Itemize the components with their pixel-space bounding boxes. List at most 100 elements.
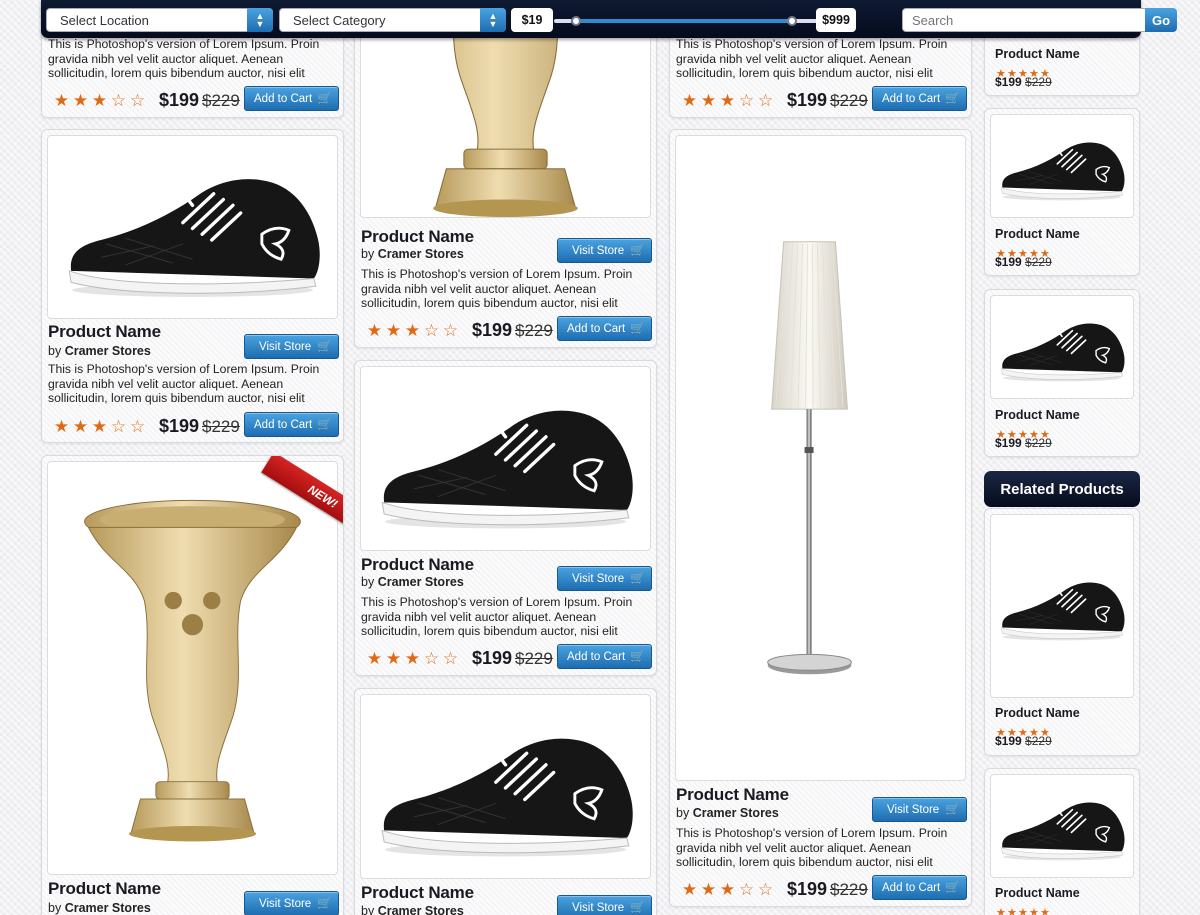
location-select[interactable]: Select Location ▲ ▼ [46,8,273,32]
old-price: $229 [1025,255,1052,269]
add-to-cart-button[interactable]: Add to Cart 🛒 [872,875,967,900]
cart-icon: 🛒 [630,321,645,335]
price-range-slider[interactable] [554,16,854,26]
product-image-shoe[interactable] [990,774,1134,878]
product-image-shoe[interactable] [990,295,1134,399]
add-to-cart-label: Add to Cart [882,92,941,105]
visit-store-label: Visit Store [572,901,625,914]
star-filled-icon: ★ [404,649,421,669]
product-description: This is Photoshop's version of Lorem Ips… [676,37,948,80]
product-name[interactable]: Product Name [995,227,1080,241]
product-name[interactable]: Product Name [48,322,161,342]
search-go-button[interactable]: Go [1145,8,1177,32]
star-filled-icon: ★ [681,91,698,111]
product-image-lamp[interactable] [675,135,966,781]
category-select[interactable]: Select Category ▲ ▼ [279,8,506,32]
price: $199 [472,648,513,668]
price: $199 [159,416,200,436]
product-image-shoe[interactable] [360,366,651,551]
by-label: by [48,901,62,915]
product-card: Product Name by Cramer Stores Visit Stor… [354,360,657,676]
old-price: $229 [830,91,868,110]
product-name[interactable]: Product Name [48,879,161,899]
store-name[interactable]: Cramer Stores [693,806,779,820]
visit-store-button[interactable]: Visit Store 🛒 [244,891,339,915]
price-min-handle[interactable] [570,16,581,26]
search-input[interactable] [902,8,1146,32]
product-card: Product Name by Cramer Stores Visit Stor… [354,688,657,915]
product-name[interactable]: Product Name [361,883,474,903]
old-price: $229 [1025,734,1052,748]
star-filled-icon: ★ [72,417,89,437]
price: $199 [787,90,828,110]
star-empty-icon: ☆ [738,91,755,111]
star-filled-icon: ★ [385,321,402,341]
store-name[interactable]: Cramer Stores [65,344,151,358]
visit-store-button[interactable]: Visit Store 🛒 [557,238,652,263]
product-description: This is Photoshop's version of Lorem Ips… [361,595,633,638]
product-image-shoe[interactable] [360,694,651,879]
store-name[interactable]: Cramer Stores [65,901,151,915]
visit-store-label: Visit Store [259,340,312,353]
visit-store-label: Visit Store [572,244,625,257]
product-card: NEW! Product Name by Cramer Stores Visit… [41,455,344,915]
old-price: $229 [1025,436,1052,450]
star-filled-icon: ★ [700,880,717,900]
star-filled-icon: ★ [91,91,108,111]
visit-store-label: Visit Store [572,572,625,585]
visit-store-button[interactable]: Visit Store 🛒 [557,566,652,591]
star-empty-icon: ☆ [442,649,459,669]
star-filled-icon: ★ [681,880,698,900]
select-arrows-icon: ▲ ▼ [480,8,506,32]
old-price: $229 [202,91,240,110]
visit-store-button[interactable]: Visit Store 🛒 [872,797,967,822]
visit-store-button[interactable]: Visit Store 🛒 [557,895,652,915]
add-to-cart-button[interactable]: Add to Cart 🛒 [872,86,967,111]
product-image-shoe[interactable] [990,514,1134,698]
product-name[interactable]: Product Name [995,47,1080,61]
rating-stars: ★ ★ ★ ☆ ☆ [365,649,460,669]
price: $199 [787,879,828,899]
product-image-shoe[interactable] [990,114,1134,218]
add-to-cart-label: Add to Cart [567,322,626,335]
product-name[interactable]: Product Name [995,706,1080,720]
store-name[interactable]: Cramer Stores [378,904,464,915]
cart-icon: 🛒 [945,91,960,105]
add-to-cart-button[interactable]: Add to Cart 🛒 [557,644,652,669]
cart-icon: 🛒 [945,880,960,894]
add-to-cart-button[interactable]: Add to Cart 🛒 [244,412,339,437]
rating-stars: ★ ★ ★ ☆ ☆ [680,880,775,900]
add-to-cart-label: Add to Cart [254,418,313,431]
cart-icon: 🛒 [630,571,645,585]
store-name[interactable]: Cramer Stores [378,247,464,261]
sidebar-product-card: Product Name ★★★★★ $199 $229 [984,508,1140,756]
product-name[interactable]: Product Name [676,785,789,805]
product-image-shoe[interactable] [47,135,338,319]
star-filled-icon: ★ [700,91,717,111]
visit-store-button[interactable]: Visit Store 🛒 [244,334,339,359]
star-empty-icon: ☆ [757,880,774,900]
star-empty-icon: ★ [1040,906,1050,915]
related-products-heading: Related Products [984,471,1140,507]
product-image-urn[interactable] [47,461,338,875]
price: $199 [159,90,200,110]
sidebar-product-card: Product Name ★★★★★ $199 $229 [984,289,1140,457]
price: $199 [995,75,1022,89]
old-price: $229 [515,321,553,340]
old-price: $229 [1025,75,1052,89]
cart-icon: 🛒 [317,339,332,353]
star-filled-icon: ★ [996,906,1006,915]
product-name[interactable]: Product Name [361,555,474,575]
product-name[interactable]: Product Name [995,408,1080,422]
star-empty-icon: ☆ [738,880,755,900]
add-to-cart-button[interactable]: Add to Cart 🛒 [244,86,339,111]
price: $199 [472,320,513,340]
add-to-cart-button[interactable]: Add to Cart 🛒 [557,316,652,341]
cart-icon: 🛒 [630,649,645,663]
star-filled-icon: ★ [1007,906,1017,915]
product-name[interactable]: Product Name [361,227,474,247]
product-name[interactable]: Product Name [995,886,1080,900]
store-name[interactable]: Cramer Stores [378,575,464,589]
filter-bar: Select Location ▲ ▼ Select Category ▲ ▼ $1… [41,0,1177,38]
price-max-handle[interactable] [786,16,797,26]
